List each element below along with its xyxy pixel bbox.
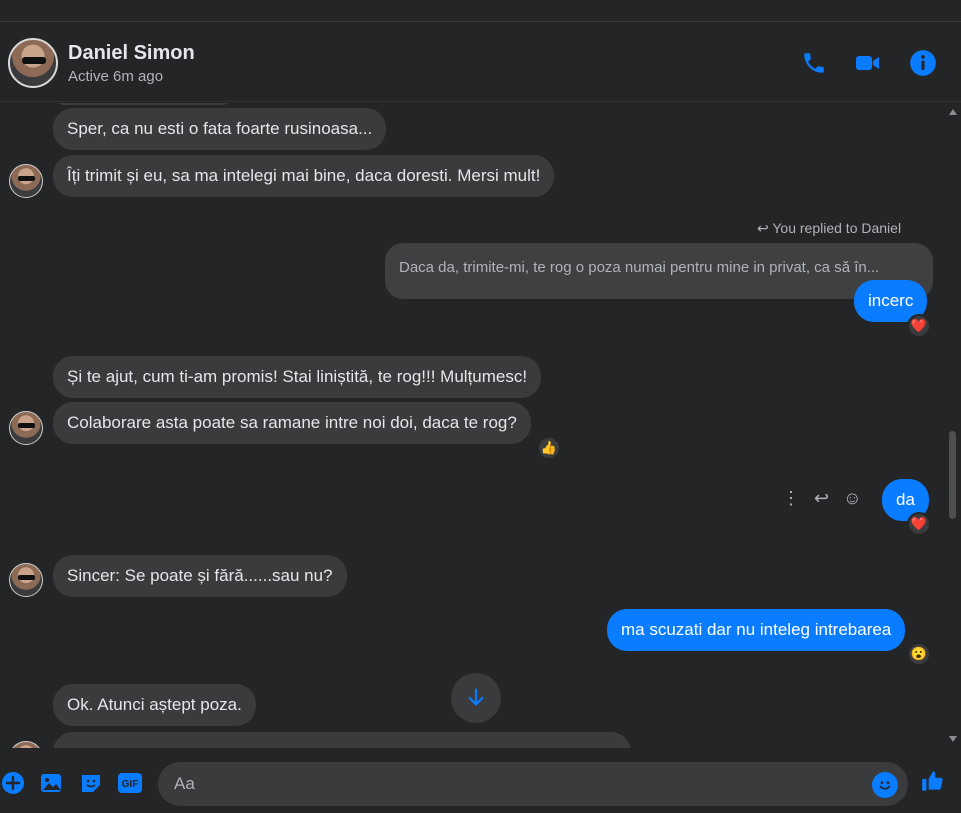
sticker-icon[interactable] — [78, 770, 104, 796]
thread-scrollbar[interactable] — [945, 103, 961, 748]
video-icon[interactable] — [853, 48, 883, 78]
react-emoji-icon[interactable]: ☺ — [843, 488, 861, 509]
reply-icon[interactable]: ↩ — [814, 488, 829, 509]
conversation-header: Daniel Simon Active 6m ago — [0, 22, 961, 102]
reply-preview[interactable]: Daca da, trimite-mi, te rog o poza numai… — [385, 243, 933, 299]
message-bubble-partial[interactable] — [53, 732, 631, 748]
scroll-down-arrow-icon[interactable] — [949, 736, 957, 742]
message-bubble[interactable]: Colaborare asta poate sa ramane intre no… — [53, 402, 531, 444]
message-bubble[interactable]: Ok. Atunci aștept poza. — [53, 684, 256, 726]
surprised-reaction[interactable]: 😮 — [907, 642, 931, 666]
plus-icon[interactable] — [0, 770, 26, 796]
contact-status: Active 6m ago — [68, 68, 164, 85]
sender-avatar[interactable] — [9, 563, 43, 597]
reply-arrow-icon: ↩ — [757, 220, 773, 236]
image-icon[interactable] — [38, 770, 64, 796]
message-input[interactable]: Aa — [158, 762, 908, 806]
arrow-down-icon — [468, 688, 484, 706]
scroll-up-arrow-icon[interactable] — [949, 109, 957, 115]
window-top-strip — [0, 0, 961, 22]
phone-icon[interactable] — [799, 48, 829, 78]
info-icon[interactable] — [908, 48, 938, 78]
message-bubble-partial — [53, 103, 233, 105]
scrollbar-thumb[interactable] — [949, 431, 956, 519]
like-icon[interactable] — [920, 768, 946, 794]
scroll-to-bottom-button[interactable] — [451, 673, 501, 723]
svg-text:GIF: GIF — [122, 779, 139, 790]
sender-avatar[interactable] — [9, 411, 43, 445]
heart-reaction[interactable]: ❤️ — [907, 512, 931, 536]
message-bubble[interactable]: Sincer: Se poate și fără......sau nu? — [53, 555, 347, 597]
gif-icon[interactable]: GIF — [117, 770, 143, 796]
thumbs-up-reaction[interactable]: 👍 — [537, 436, 561, 460]
more-options-icon[interactable]: ⋮ — [782, 488, 800, 509]
contact-avatar[interactable] — [8, 38, 58, 88]
replied-label-text: You replied to Daniel — [772, 220, 902, 236]
message-thread[interactable]: Sper, ca nu esti o fata foarte rusinoasa… — [0, 103, 945, 748]
message-bubble[interactable]: Și te ajut, cum ti-am promis! Stai liniș… — [53, 356, 542, 398]
sender-avatar[interactable] — [9, 741, 43, 748]
message-bubble[interactable]: Îți trimit și eu, sa ma intelegi mai bin… — [53, 155, 555, 197]
emoji-icon[interactable] — [872, 772, 898, 798]
contact-name[interactable]: Daniel Simon — [68, 42, 195, 65]
message-bubble[interactable]: Sper, ca nu esti o fata foarte rusinoasa… — [53, 108, 387, 150]
message-actions: ⋮ ↩ ☺ — [782, 488, 861, 509]
replied-label: ↩ You replied to Daniel — [757, 220, 901, 237]
message-bubble[interactable]: ma scuzati dar nu inteleg intrebarea — [607, 609, 906, 651]
sender-avatar[interactable] — [9, 164, 43, 198]
composer-bar: GIF Aa — [0, 748, 961, 813]
heart-reaction[interactable]: ❤️ — [907, 314, 931, 338]
